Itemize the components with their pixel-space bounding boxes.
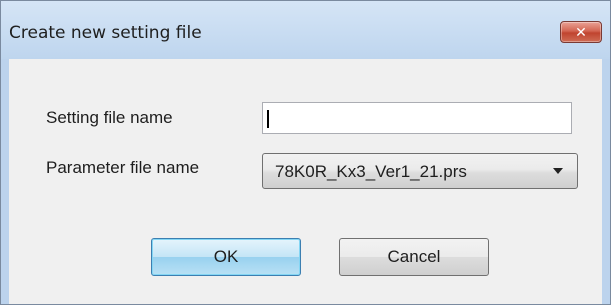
- close-icon: ✕: [575, 24, 587, 40]
- ok-button[interactable]: OK: [151, 238, 301, 276]
- parameter-file-dropdown[interactable]: 78K0R_Kx3_Ver1_21.prs: [262, 153, 578, 189]
- cancel-button[interactable]: Cancel: [339, 238, 489, 276]
- setting-file-name-input[interactable]: [262, 102, 572, 134]
- parameter-file-name-label: Parameter file name: [46, 158, 200, 177]
- dialog-window: Create new setting file ✕ Setting file n…: [0, 0, 611, 305]
- parameter-file-selected-value: 78K0R_Kx3_Ver1_21.prs: [275, 162, 467, 181]
- chevron-down-icon: [553, 168, 563, 174]
- setting-file-name-label: Setting file name: [46, 108, 173, 127]
- dialog-title: Create new setting file: [9, 23, 202, 43]
- text-caret: [267, 110, 269, 128]
- title-bar[interactable]: Create new setting file ✕: [1, 1, 610, 59]
- close-button[interactable]: ✕: [560, 21, 602, 43]
- dialog-body: Setting file name Parameter file name 78…: [9, 59, 602, 304]
